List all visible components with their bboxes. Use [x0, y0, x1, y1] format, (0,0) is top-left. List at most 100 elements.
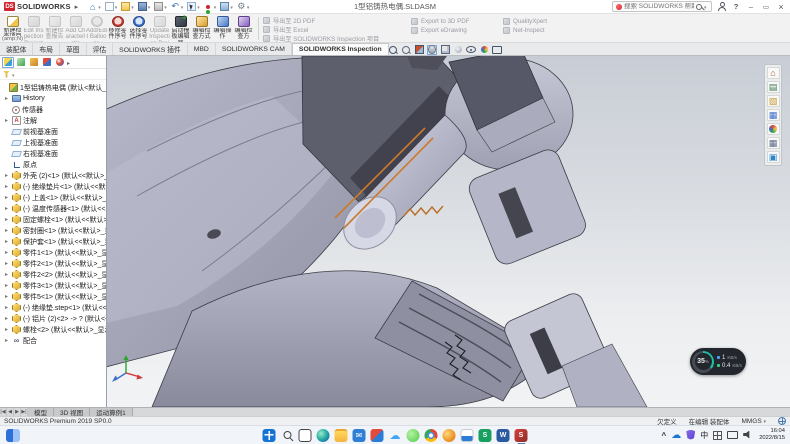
quick-access-icon[interactable]	[105, 2, 114, 11]
solidworks-logo[interactable]: DS SOLIDWORKS	[4, 2, 78, 11]
expand-arrow-icon[interactable]	[5, 239, 12, 245]
taskbar-icon[interactable]	[263, 429, 276, 442]
quick-access-icon[interactable]	[220, 2, 229, 11]
tree-item[interactable]: 密封圈<1> (默认<<默认>_显示状态	[0, 225, 106, 236]
ribbon-button[interactable]: 编辑检查方式	[191, 15, 212, 42]
chevron-down-icon[interactable]	[148, 2, 151, 11]
search-icon[interactable]	[696, 4, 702, 10]
taskbar-icon[interactable]	[497, 429, 510, 442]
taskpane-icon[interactable]	[767, 109, 780, 121]
tree-item[interactable]: 保护套<1> (默认<<默认>_显示状态	[0, 236, 106, 247]
tab-scroll-last[interactable]	[21, 408, 28, 416]
model-3d[interactable]	[107, 56, 790, 407]
taskbar-icon[interactable]	[281, 429, 294, 442]
document-tab[interactable]: 模型	[28, 408, 54, 416]
tree-item[interactable]: 零件5<1> (默认<<默认>_显示状态	[0, 291, 106, 302]
commandmanager-tab[interactable]: SOLIDWORKS Inspection	[292, 43, 389, 55]
quick-access-icon[interactable]	[88, 2, 97, 11]
export-menu-item[interactable]: 导出至 Excel	[263, 26, 411, 34]
quick-access-item[interactable]	[204, 2, 217, 11]
headsup-icon[interactable]	[466, 45, 476, 55]
quick-access-item[interactable]	[121, 2, 134, 11]
menu-flyout-icon[interactable]	[73, 2, 79, 11]
tree-item[interactable]: 螺栓<2> (默认<<默认>_显示状态	[0, 324, 106, 335]
panel-tabs-overflow-icon[interactable]	[67, 58, 70, 67]
propertymanager-tab[interactable]	[15, 57, 27, 68]
tray-icon[interactable]	[713, 431, 722, 440]
featuremanager-tab[interactable]	[2, 57, 14, 68]
taskbar-icon[interactable]	[425, 429, 438, 442]
export-menu-item[interactable]: 导出至 2D PDF	[263, 17, 411, 25]
tray-icon[interactable]	[671, 430, 681, 441]
tab-scroll-next[interactable]	[14, 408, 21, 416]
ribbon-button[interactable]: Edit Inspection Project	[23, 15, 44, 42]
quick-access-icon[interactable]	[187, 2, 196, 11]
globe-icon[interactable]	[778, 417, 786, 425]
quick-access-icon[interactable]	[204, 2, 213, 11]
tree-item[interactable]: History	[0, 93, 106, 104]
quick-access-icon[interactable]	[171, 2, 180, 11]
tab-scroll-first[interactable]	[0, 408, 7, 416]
chevron-down-icon[interactable]	[214, 2, 217, 11]
ribbon-button[interactable]: 启动模板编辑器	[170, 15, 191, 42]
commandmanager-tab[interactable]: 布局	[33, 43, 60, 55]
ribbon-button[interactable]: 选择零件序号	[128, 15, 149, 42]
quick-access-item[interactable]	[171, 2, 184, 11]
tree-item[interactable]: (-) 铝片 (2)<2> -> ? (默认<<默认	[0, 313, 106, 324]
tree-item[interactable]: 零件1<1> (默认<<默认>_显示状态	[0, 247, 106, 258]
expand-arrow-icon[interactable]	[5, 195, 12, 201]
tree-item[interactable]: 注解	[0, 115, 106, 126]
chevron-down-icon[interactable]	[197, 2, 200, 11]
ribbon-button[interactable]: Update Inspection Project	[149, 15, 170, 42]
ribbon-button[interactable]: 新建检查项目 (amp;N)	[2, 15, 23, 42]
export-menu-item[interactable]: Export eDrawing	[411, 26, 503, 34]
chevron-down-icon[interactable]	[131, 2, 134, 11]
quick-access-icon[interactable]	[138, 2, 147, 11]
taskbar-icon[interactable]	[389, 429, 402, 442]
taskbar-icon[interactable]	[407, 429, 420, 442]
export-menu-item[interactable]: Export to 3D PDF	[411, 17, 503, 25]
tray-icon[interactable]	[662, 430, 667, 441]
expand-arrow-icon[interactable]	[5, 206, 12, 212]
quick-access-item[interactable]	[88, 2, 101, 11]
tray-icon[interactable]	[743, 431, 752, 439]
commandmanager-tab[interactable]: SOLIDWORKS CAM	[216, 43, 292, 55]
headsup-icon[interactable]	[440, 45, 450, 55]
taskbar-icon[interactable]	[299, 429, 312, 442]
filter-icon[interactable]	[3, 71, 10, 78]
expand-arrow-icon[interactable]	[5, 173, 12, 179]
quick-access-icon[interactable]	[121, 2, 130, 11]
expand-arrow-icon[interactable]	[5, 228, 12, 234]
tree-item[interactable]: (-) 上盖<1> (默认<<默认>_显示状	[0, 192, 106, 203]
tree-item[interactable]: 右视基准面	[0, 148, 106, 159]
expand-arrow-icon[interactable]	[5, 283, 12, 289]
displaymanager-tab[interactable]	[54, 57, 66, 68]
expand-arrow-icon[interactable]	[5, 316, 12, 322]
taskbar-icon[interactable]	[461, 429, 474, 442]
quick-access-item[interactable]	[138, 2, 151, 11]
login-user-icon[interactable]	[717, 2, 726, 11]
expand-arrow-icon[interactable]	[5, 261, 12, 267]
system-monitor-overlay[interactable]: 35% 1 KB/s 0.4 KB/s	[690, 348, 746, 375]
expand-arrow-icon[interactable]	[5, 305, 12, 311]
tree-item[interactable]: 上视基准面	[0, 137, 106, 148]
chevron-down-icon[interactable]	[98, 2, 101, 11]
tree-item[interactable]: 固定螺栓<1> (默认<<默认>_显示状	[0, 214, 106, 225]
dimxpertmanager-tab[interactable]	[41, 57, 53, 68]
export-menu-item[interactable]: Net-Inspect	[503, 26, 577, 34]
minimize-button[interactable]	[746, 2, 756, 12]
commandmanager-tab[interactable]: 装配体	[0, 43, 33, 55]
expand-arrow-icon[interactable]	[5, 217, 12, 223]
commandmanager-tab[interactable]: SOLIDWORKS 插件	[113, 43, 188, 55]
taskpane-icon[interactable]	[767, 123, 780, 135]
taskpane-icon[interactable]	[767, 67, 780, 79]
ribbon-button[interactable]: 编辑检查方	[233, 15, 254, 42]
quick-access-icon[interactable]	[237, 2, 246, 11]
taskbar-icon[interactable]	[335, 429, 348, 442]
ribbon-button[interactable]: 新建检查报告	[44, 15, 65, 42]
tree-root-item[interactable]: 1型铝铸热电偶 (默认<默认_显示状态-1	[0, 82, 106, 93]
graphics-viewport[interactable]: 35% 1 KB/s 0.4 KB/s	[107, 56, 790, 407]
headsup-icon[interactable]	[401, 45, 411, 55]
commandmanager-tab[interactable]: MBD	[188, 43, 216, 55]
widgets-icon[interactable]	[6, 429, 20, 442]
